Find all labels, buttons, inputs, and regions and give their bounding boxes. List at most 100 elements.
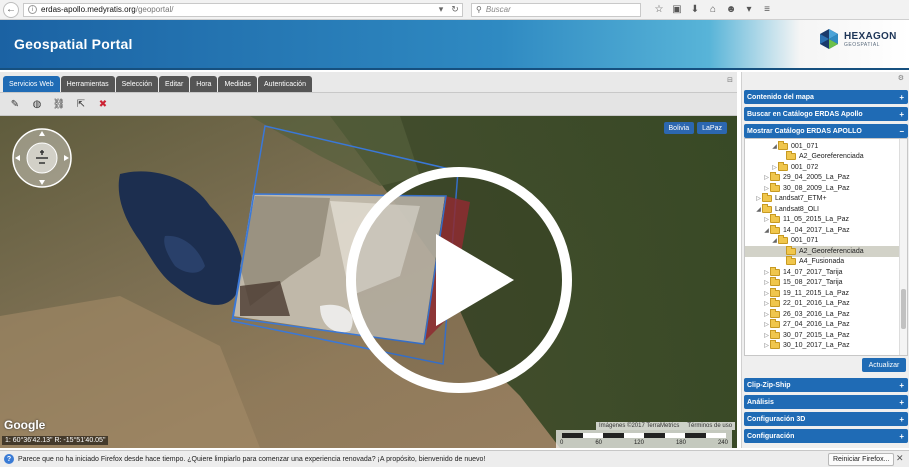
tab-medidas[interactable]: Medidas: [218, 76, 257, 92]
tree-item[interactable]: ▷ 30_10_2017_La_Paz: [745, 340, 907, 352]
section-clip-zip-ship[interactable]: Clip-Zip-Ship +: [744, 378, 908, 392]
tree-item[interactable]: ▷ 29_04_2005_La_Paz: [745, 172, 907, 184]
scale-label: 0: [560, 440, 564, 446]
tab-hora[interactable]: Hora: [190, 76, 218, 92]
folder-icon: [770, 329, 780, 339]
back-arrow-icon[interactable]: ←: [3, 1, 19, 18]
google-watermark: Google: [4, 418, 46, 432]
tree-toggle-icon[interactable]: ◢: [771, 143, 778, 150]
search-input[interactable]: ⚲ Buscar: [471, 2, 641, 17]
expand-icon: +: [899, 397, 904, 407]
bolivia-button[interactable]: Bolivia: [663, 122, 695, 134]
tree-item[interactable]: ▷ 15_08_2017_Tarija: [745, 277, 907, 289]
tree-item[interactable]: ▷ 19_11_2015_La_Paz: [745, 287, 907, 299]
tree-toggle-icon[interactable]: ▷: [763, 311, 770, 318]
reading-list-icon[interactable]: ▣: [669, 4, 685, 15]
tree-item[interactable]: ▷ 26_03_2016_La_Paz: [745, 308, 907, 320]
section-mostrar-catalogo[interactable]: Mostrar Catálogo ERDAS APOLLO −: [744, 124, 908, 138]
tree-item[interactable]: ▷ Landsat7_ETM+: [745, 193, 907, 205]
tree-toggle-icon[interactable]: ▷: [763, 279, 770, 286]
tree-item[interactable]: A2_Georeferenciada: [745, 151, 907, 163]
tree-item[interactable]: A4_Fusionada: [745, 256, 907, 268]
logo-subname: GEOSPATIAL: [844, 41, 880, 48]
tree-toggle-icon[interactable]: ▷: [763, 290, 770, 297]
tree-toggle-icon[interactable]: ▷: [763, 300, 770, 307]
close-icon[interactable]: ✕: [896, 453, 904, 464]
tree-toggle-icon[interactable]: ▷: [763, 174, 770, 181]
tree-item[interactable]: ◢ 14_04_2017_La_Paz: [745, 224, 907, 236]
export-icon[interactable]: ⇱: [72, 95, 90, 113]
bookmark-star-icon[interactable]: ☆: [651, 4, 667, 15]
panel-settings-icon[interactable]: ⚙: [898, 74, 904, 82]
tab-seleccion[interactable]: Selección: [115, 76, 158, 92]
dropdown-icon[interactable]: ▾: [434, 4, 448, 15]
hexagon-logo: HEXAGON GEOSPATIAL: [818, 28, 897, 50]
ribbon-tabs: Servicios Web Herramientas Selección Edi…: [3, 76, 313, 92]
side-panel: ⚙ Contenido del mapa + Buscar en Catálogo…: [741, 72, 909, 448]
remove-service-icon[interactable]: ✖: [94, 95, 112, 113]
section-analisis[interactable]: Análisis +: [744, 395, 908, 409]
refresh-firefox-button[interactable]: Reiniciar Firefox...: [828, 453, 895, 466]
tree-item[interactable]: ▷ 30_08_2009_La_Paz: [745, 182, 907, 194]
lapaz-button[interactable]: LaPaz: [697, 122, 727, 134]
tree-toggle-icon[interactable]: ▷: [763, 185, 770, 192]
tree-item[interactable]: ◢ Landsat8_OLI: [745, 203, 907, 215]
section-configuracion-3d[interactable]: Configuración 3D +: [744, 412, 908, 426]
video-play-overlay[interactable]: [346, 167, 572, 393]
info-icon[interactable]: i: [28, 5, 37, 14]
menu-icon[interactable]: ≡: [759, 4, 775, 15]
tab-herramientas[interactable]: Herramientas: [60, 76, 115, 92]
url-bar[interactable]: i erdas-apollo.medyratis.org/geoportal/ …: [23, 2, 463, 17]
scale-label: 180: [675, 440, 686, 446]
expand-icon: +: [899, 92, 904, 102]
tree-item-label: 26_03_2016_La_Paz: [783, 310, 850, 318]
folder-icon: [786, 256, 796, 266]
tree-toggle-icon[interactable]: ▷: [755, 195, 762, 202]
tree-scrollbar[interactable]: [899, 139, 907, 355]
terms-link[interactable]: Términos de uso: [687, 423, 732, 429]
tree-item[interactable]: ▷ 11_05_2015_La_Paz: [745, 214, 907, 226]
tree-item[interactable]: ▷ 001_072: [745, 161, 907, 173]
section-buscar-catalogo[interactable]: Buscar en Catálogo ERDAS Apollo +: [744, 107, 908, 121]
tree-item[interactable]: A2_Georeferenciada: [745, 245, 907, 257]
tree-item[interactable]: ▷ 22_01_2016_La_Paz: [745, 298, 907, 310]
tree-item[interactable]: ◢ 001_071: [745, 235, 907, 247]
tree-item[interactable]: ▷ 14_07_2017_Tarija: [745, 266, 907, 278]
tree-toggle-icon[interactable]: ▷: [763, 269, 770, 276]
tree-toggle-icon[interactable]: ▷: [771, 164, 778, 171]
tab-autenticacion[interactable]: Autenticación: [257, 76, 312, 92]
tree-item[interactable]: ◢ 001_071: [745, 140, 907, 152]
tree-toggle-icon[interactable]: ▷: [763, 332, 770, 339]
tree-toggle-icon[interactable]: ◢: [763, 227, 770, 234]
reload-icon[interactable]: ↻: [448, 4, 462, 15]
tree-toggle-icon[interactable]: ▷: [763, 321, 770, 328]
section-contenido-mapa[interactable]: Contenido del mapa +: [744, 90, 908, 104]
folder-icon: [770, 298, 780, 308]
tree-item[interactable]: ▷ 27_04_2016_La_Paz: [745, 319, 907, 331]
tree-item[interactable]: ▷ 30_07_2015_La_Paz: [745, 329, 907, 341]
scale-label: 60: [595, 440, 602, 446]
tab-editar[interactable]: Editar: [158, 76, 190, 92]
link-icon[interactable]: ⛓: [50, 95, 68, 113]
collapse-icon[interactable]: ⊟: [727, 76, 733, 84]
home-icon[interactable]: ⌂: [705, 4, 721, 15]
tree-toggle-icon[interactable]: ◢: [771, 237, 778, 244]
extension-icon[interactable]: ☻: [723, 4, 739, 15]
add-service-icon[interactable]: ✎: [6, 95, 24, 113]
notification-text: Parece que no ha iniciado Firefox desde …: [18, 455, 486, 463]
portal-header: Geospatial Portal HEXAGON GEOSPATIAL: [0, 20, 909, 70]
scrollbar-thumb[interactable]: [901, 289, 906, 329]
map-view[interactable]: Bolivia LaPaz Google 1: 60°36'42.13" R: …: [0, 116, 737, 448]
section-configuracion[interactable]: Configuración +: [744, 429, 908, 443]
update-button[interactable]: Actualizar: [862, 358, 906, 372]
tree-item-label: 29_04_2005_La_Paz: [783, 174, 850, 182]
tab-servicios-web[interactable]: Servicios Web: [3, 76, 60, 92]
globe-icon[interactable]: ◍: [28, 95, 46, 113]
tree-toggle-icon[interactable]: ◢: [755, 206, 762, 213]
scale-label: 120: [633, 440, 644, 446]
map-navigation-control[interactable]: [12, 128, 72, 188]
tree-toggle-icon[interactable]: ▷: [763, 216, 770, 223]
tree-toggle-icon[interactable]: ▷: [763, 342, 770, 349]
download-icon[interactable]: ⬇: [687, 4, 703, 15]
chevron-down-icon[interactable]: ▾: [741, 4, 757, 15]
